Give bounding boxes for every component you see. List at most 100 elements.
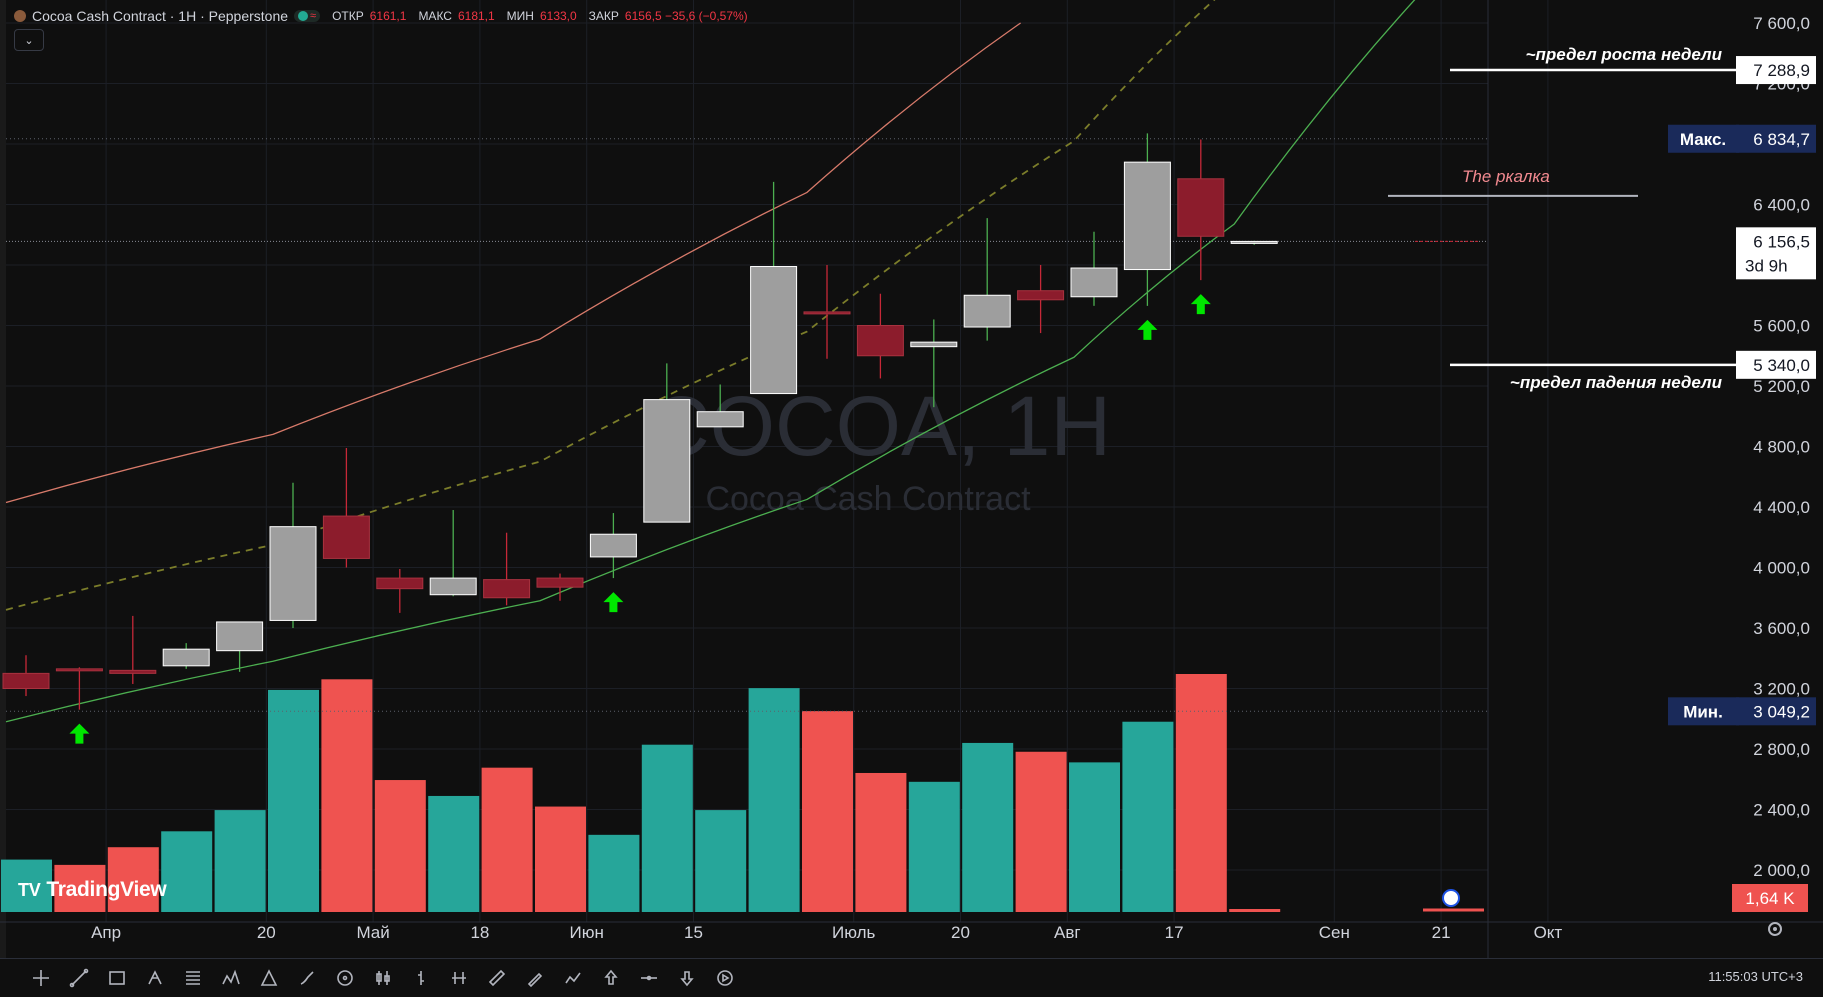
price-tick-label: 3 600,0 (1753, 619, 1810, 638)
annotation-text: The ркалка (1462, 167, 1550, 186)
circle-icon (337, 970, 353, 986)
crosshair-tool-button[interactable] (22, 963, 60, 993)
candle-body (803, 311, 851, 315)
arrow-down-icon (680, 971, 694, 987)
collapse-legend-button[interactable]: ⌄ (14, 29, 44, 51)
candle-body (1123, 161, 1171, 271)
volume-bar (374, 780, 426, 912)
market-open-dot-icon (298, 11, 309, 21)
volume-bar (1069, 762, 1120, 912)
ruler-tool-button[interactable] (478, 963, 516, 993)
candle-body (376, 577, 424, 590)
circle-tool-button[interactable] (326, 963, 364, 993)
tradingview-logo[interactable]: TV TradingView (18, 878, 167, 902)
candle-body (55, 668, 103, 672)
price-tick-label: 3 200,0 (1753, 680, 1810, 699)
long-position-tool-button[interactable] (440, 963, 478, 993)
last-price-badge-countdown: 3d 9h (1745, 256, 1788, 275)
left-edge (0, 0, 6, 958)
volume-bar (802, 711, 853, 912)
bar-icon (418, 971, 424, 985)
volume-bar (588, 834, 640, 912)
pen-tool-button[interactable] (516, 963, 554, 993)
clock[interactable]: 11:55:03 UTC+3 (1708, 969, 1803, 984)
candle-body (1177, 178, 1225, 237)
chart-settings-gear-icon[interactable] (1768, 922, 1782, 936)
drawing-tools (22, 963, 744, 993)
trend-line-icon (69, 968, 89, 988)
candle-body (910, 341, 958, 348)
low-label: МИН (506, 9, 534, 23)
volume-bar (481, 767, 533, 912)
symbol-title[interactable]: Cocoa Cash Contract · 1H · Pepperstone (32, 8, 288, 24)
chevron-down-icon: ⌄ (24, 34, 34, 47)
time-tick-label: Май (356, 923, 389, 942)
arrow-down-tool-button[interactable] (668, 963, 706, 993)
volume-bar (321, 679, 373, 912)
brush-tool-button[interactable] (288, 963, 326, 993)
low-value: 6133,0 (539, 9, 577, 23)
pitchfork-tool-button[interactable] (136, 963, 174, 993)
triangle-icon (260, 969, 278, 986)
time-tick-label: Сен (1319, 923, 1350, 942)
arrow-up-tool-button[interactable] (592, 963, 630, 993)
close-value: 6156,5 −35,6 (−0,57%) (624, 9, 748, 23)
volume-bar (1175, 674, 1227, 912)
candle-body (322, 515, 370, 559)
crosshair-icon (33, 970, 49, 986)
high-value: 6181,1 (457, 9, 495, 23)
trend-line-tool-button[interactable] (60, 963, 98, 993)
weekly-high-label: ~предел роста недели (1526, 45, 1723, 64)
price-tick-label: 7 600,0 (1753, 14, 1810, 33)
max-badge-title: Макс. (1680, 130, 1726, 149)
h-line-tool-button[interactable] (630, 963, 668, 993)
candle-body (216, 621, 264, 652)
rectangle-tool-button[interactable] (98, 963, 136, 993)
max-badge-text: 6 834,7 (1753, 130, 1810, 149)
volume-bar (428, 795, 480, 912)
triangle-tool-button[interactable] (250, 963, 288, 993)
play-icon (717, 970, 733, 986)
last-price-badge-text: 6 156,5 (1753, 232, 1810, 251)
weekly-high-badge-text: 7 288,9 (1753, 61, 1810, 80)
candle-body (536, 577, 584, 588)
ruler-icon (488, 969, 506, 987)
path-icon (565, 972, 581, 984)
fib-tool-button[interactable] (174, 963, 212, 993)
economic-event-flag-icon (1442, 889, 1460, 907)
long-position-icon (452, 972, 466, 984)
min-badge-text: 3 049,2 (1753, 702, 1810, 721)
pattern-tool-button[interactable] (212, 963, 250, 993)
h-line-icon (641, 975, 657, 981)
candle-body (1017, 290, 1065, 301)
play-tool-button[interactable] (706, 963, 744, 993)
candle-body (696, 411, 744, 428)
volume-bar (855, 772, 907, 912)
candle-body (963, 294, 1011, 328)
price-tick-label: 2 800,0 (1753, 740, 1810, 759)
tradingview-logo-text: TradingView (46, 878, 167, 901)
volume-bar (748, 688, 800, 912)
candle-body (1070, 267, 1118, 298)
candles-tool-button[interactable] (364, 963, 402, 993)
candle-body (643, 399, 691, 523)
pattern-icon (222, 969, 240, 985)
watermark-name: Cocoa Cash Contract (705, 480, 1031, 518)
price-tick-label: 4 800,0 (1753, 438, 1810, 457)
price-tick-label: 6 400,0 (1753, 196, 1810, 215)
bar-tool-button[interactable] (402, 963, 440, 993)
time-tick-label: Окт (1534, 923, 1563, 942)
candle-body (429, 577, 477, 596)
candle-body (750, 266, 798, 395)
rectangle-icon (109, 971, 125, 985)
time-tick-label: 20 (257, 923, 276, 942)
path-tool-button[interactable] (554, 963, 592, 993)
price-chart[interactable]: COCOA, 1HCocoa Cash Contract~предел рост… (0, 0, 1823, 996)
time-tick-label: 15 (684, 923, 703, 942)
market-status-pill[interactable]: ≈ (294, 10, 321, 22)
volume-bar (962, 742, 1014, 912)
time-tick-label: Июль (832, 923, 876, 942)
volume-bar (695, 810, 747, 912)
candle-body (2, 672, 50, 689)
time-tick-label: Апр (91, 923, 121, 942)
